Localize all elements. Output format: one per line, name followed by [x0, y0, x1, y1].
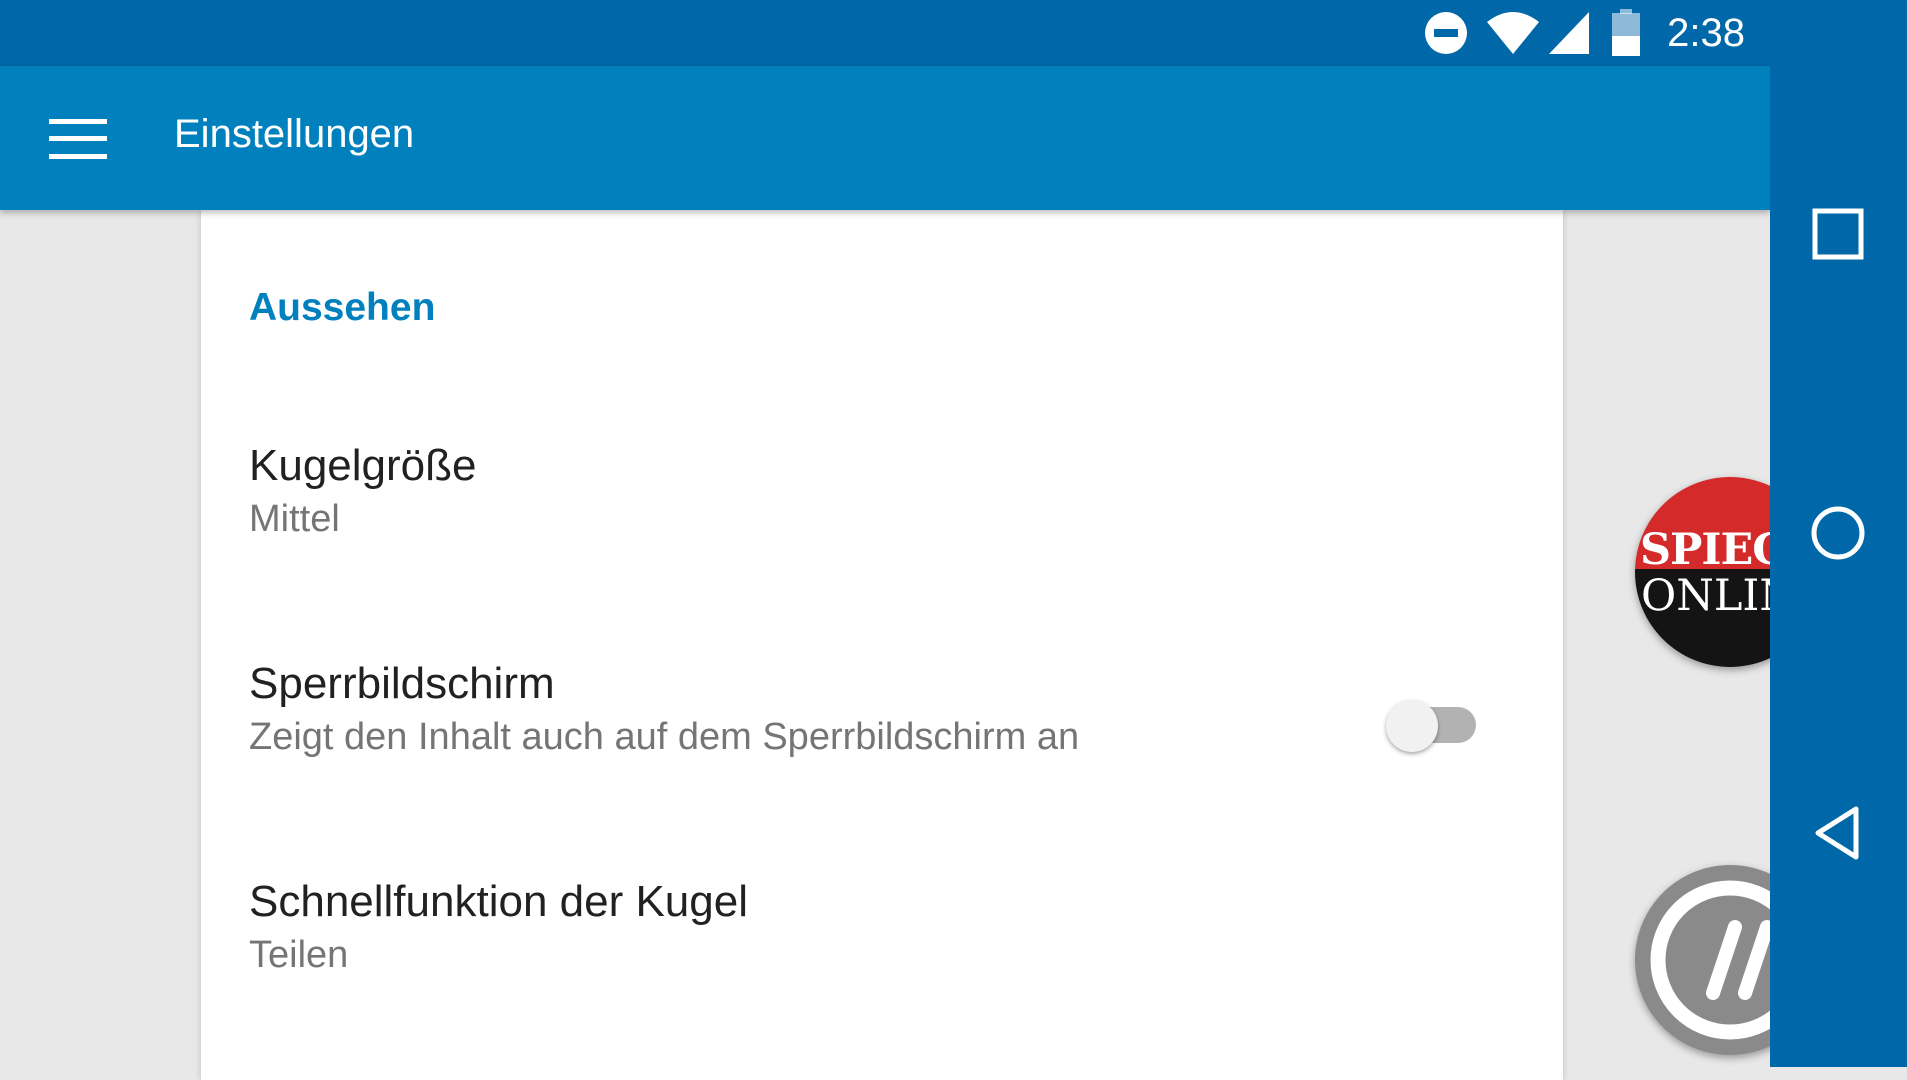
- status-time: 2:38: [1667, 10, 1745, 55]
- pref-bubble-quick-action[interactable]: Schnellfunktion der Kugel Teilen: [249, 876, 748, 978]
- pref-lock-screen[interactable]: Sperrbildschirm Zeigt den Inhalt auch au…: [249, 658, 1079, 760]
- pref-title: Schnellfunktion der Kugel: [249, 877, 748, 926]
- page-title: Einstellungen: [174, 112, 415, 156]
- status-bar: 2:38: [0, 0, 1770, 66]
- section-header: Aussehen: [249, 286, 436, 329]
- status-icons: 2:38: [1423, 0, 1770, 66]
- lock-screen-toggle[interactable]: [1386, 687, 1486, 752]
- battery-icon: [1612, 9, 1641, 56]
- settings-card: Aussehen Kugelgröße Mittel Sperrbildschi…: [201, 210, 1563, 1080]
- cell-signal-icon: [1549, 12, 1590, 54]
- pref-summary: Mittel: [249, 497, 340, 540]
- app-bar: Einstellungen: [0, 66, 1770, 210]
- pref-bubble-size[interactable]: Kugelgröße Mittel: [249, 440, 476, 542]
- pref-title: Sperrbildschirm: [249, 659, 555, 708]
- home-circle-icon[interactable]: [1808, 503, 1868, 563]
- pref-summary: Teilen: [249, 933, 349, 976]
- hamburger-menu-icon[interactable]: [49, 119, 107, 159]
- recents-square-icon[interactable]: [1808, 203, 1868, 263]
- back-triangle-icon[interactable]: [1808, 803, 1868, 863]
- pref-summary: Zeigt den Inhalt auch auf dem Sperrbilds…: [249, 715, 1080, 758]
- toggle-thumb: [1386, 700, 1438, 752]
- wifi-icon: [1487, 12, 1540, 54]
- navigation-bar: [1770, 0, 1907, 1067]
- do-not-disturb-icon: [1425, 12, 1468, 54]
- pref-title: Kugelgröße: [249, 441, 477, 490]
